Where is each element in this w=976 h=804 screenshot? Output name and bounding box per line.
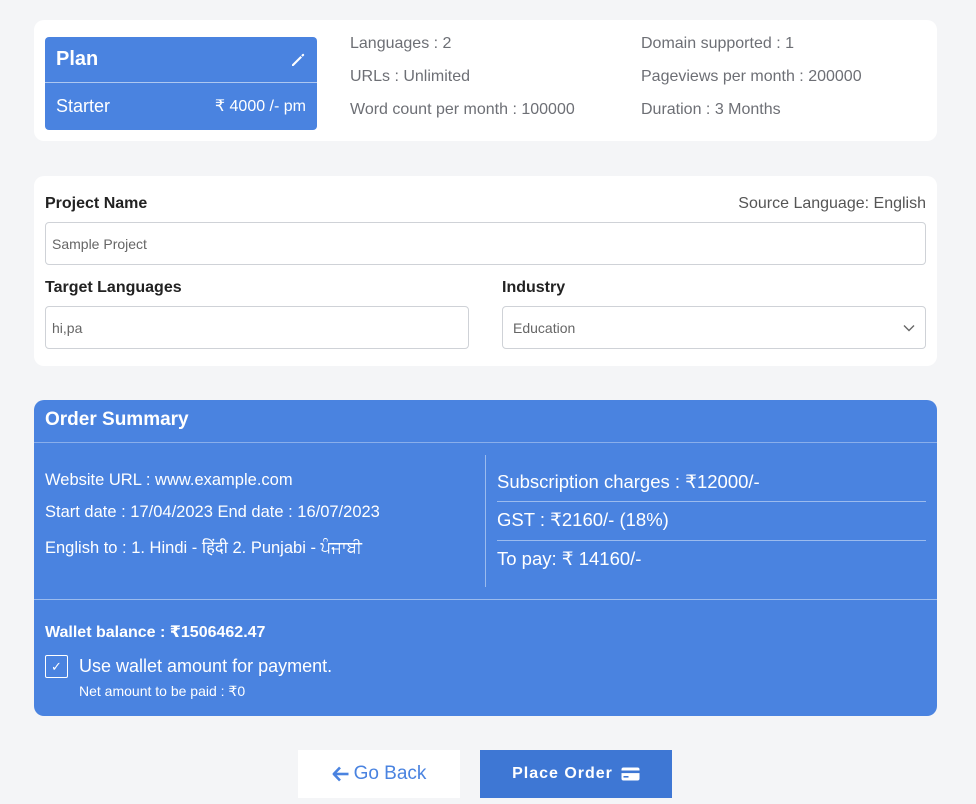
go-back-button[interactable]: Go Back (298, 750, 460, 798)
industry-value: Education (513, 319, 576, 336)
plan-box: Plan Starter ₹ 4000 /- pm (45, 37, 317, 130)
plan-row: Starter ₹ 4000 /- pm (45, 83, 317, 129)
charges-divider (497, 501, 926, 502)
spec-duration: Duration : 3 Months (641, 101, 781, 118)
source-language: Source Language: English (738, 195, 926, 212)
gst-charges: GST : ₹2160/- (18%) (497, 509, 669, 530)
spec-pageviews: Pageviews per month : 200000 (641, 68, 862, 85)
target-languages-input[interactable]: hi,pa (45, 306, 469, 349)
target-languages-label: Target Languages (45, 279, 182, 296)
charges-divider (497, 540, 926, 541)
website-url: Website URL : www.example.com (45, 471, 293, 489)
plan-header: Plan (45, 37, 317, 83)
order-summary-card: Order Summary Website URL : www.example.… (34, 400, 937, 716)
use-wallet-checkbox[interactable]: ✓ (45, 655, 68, 678)
place-order-button[interactable]: Place Order (480, 750, 672, 798)
project-card: Project Name Source Language: English Sa… (34, 176, 937, 366)
use-wallet-label: Use wallet amount for payment. (79, 656, 333, 676)
plan-name: Starter (56, 95, 111, 116)
spec-urls: URLs : Unlimited (350, 68, 471, 85)
plan-price: ₹ 4000 /- pm (214, 98, 306, 115)
subscription-dates: Start date : 17/04/2023 End date : 16/07… (45, 503, 380, 521)
spec-domains: Domain supported : 1 (641, 35, 794, 52)
industry-label: Industry (502, 279, 566, 296)
arrow-left-icon (332, 766, 349, 782)
chevron-down-icon (903, 324, 915, 331)
spec-word-count: Word count per month : 100000 (350, 101, 575, 118)
vertical-divider (485, 455, 486, 587)
project-name-input[interactable]: Sample Project (45, 222, 926, 265)
target-languages-value: hi,pa (52, 319, 83, 336)
place-order-label: Place Order (512, 765, 613, 782)
credit-card-icon (621, 767, 640, 781)
project-name-label: Project Name (45, 195, 148, 212)
check-icon: ✓ (51, 658, 62, 674)
spec-languages: Languages : 2 (350, 35, 452, 52)
wallet-divider (34, 599, 937, 600)
order-summary-title: Order Summary (34, 400, 937, 443)
plan-card: Plan Starter ₹ 4000 /- pm Languages : 2 … (34, 20, 937, 141)
plan-title: Plan (56, 48, 99, 70)
net-amount: Net amount to be paid : ₹0 (79, 683, 246, 699)
to-pay-amount: To pay: ₹ 14160/- (497, 548, 642, 569)
language-pairs: English to : 1. Hindi - हिंदी 2. Punjabi… (45, 539, 362, 557)
pencil-icon[interactable] (290, 52, 306, 68)
go-back-label: Go Back (353, 763, 427, 784)
wallet-balance: Wallet balance : ₹1506462.47 (45, 624, 266, 641)
subscription-charges: Subscription charges : ₹12000/- (497, 471, 760, 492)
project-name-placeholder: Sample Project (52, 235, 147, 252)
industry-select[interactable]: Education (502, 306, 926, 349)
